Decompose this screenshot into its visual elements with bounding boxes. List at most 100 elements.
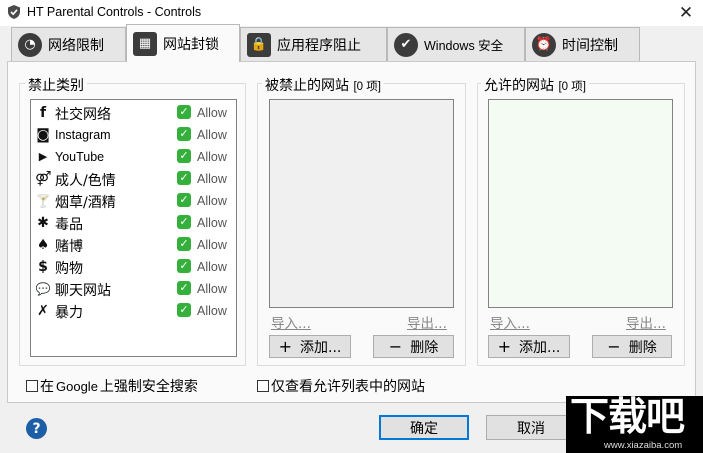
watermark-logo: 下载吧 www.xiazaiba.com [566,396,703,453]
fighter-icon: ✗ [37,303,49,319]
list-item[interactable]: ♠ 赌博 ✓ Allow [31,234,236,256]
check-icon[interactable]: ✓ [177,303,191,317]
safe-search-option[interactable]: 在 Google 上强制安全搜索 [26,376,198,396]
category-list: f 社交网络 ✓ Allow ◙ Instagram ✓ Allow ▶ You… [30,99,237,357]
category-label: 购物 [55,261,83,277]
category-status: Allow [197,216,227,230]
tab-label: Windows 安全 [424,39,504,53]
check-icon[interactable]: ✓ [177,105,191,119]
list-item[interactable]: $ 购物 ✓ Allow [31,256,236,278]
check-icon[interactable]: ✓ [177,171,191,185]
category-label: 赌博 [55,239,83,255]
category-status: Allow [197,260,227,274]
facebook-icon: f [39,105,47,121]
list-item[interactable]: ✱ 毒品 ✓ Allow [31,212,236,234]
delete-label: 删除 [410,339,439,356]
list-item[interactable]: ✗ 暴力 ✓ Allow [31,300,236,322]
tab-label: 网站封锁 [163,36,219,53]
blocked-sites-list[interactable] [269,99,454,308]
cocktail-icon: 🍸 [35,194,51,208]
ok-button[interactable]: 确定 [379,415,469,440]
check-icon[interactable]: ✓ [177,215,191,229]
category-status: Allow [197,194,227,208]
blocked-delete-button[interactable]: − 删除 [373,335,454,358]
watermark-url: www.xiazaiba.com [604,440,683,451]
tab-website-blocking[interactable]: ▦ 网站封锁 [126,24,240,62]
youtube-icon: ▶ [38,150,48,163]
add-label: 添加... [519,339,561,356]
blocked-export-link[interactable]: 导出... [407,312,447,332]
list-item[interactable]: ⚤ 成人/色情 ✓ Allow [31,168,236,190]
category-status: Allow [197,128,227,142]
check-icon[interactable]: ✓ [177,193,191,207]
adult-icon: ⚤ [35,171,52,187]
tab-label: 应用程序阻止 [277,37,361,54]
blocked-sites-title: 被禁止的网站 [0 项] [262,75,384,95]
list-item[interactable]: ▶ YouTube ✓ Allow [31,146,236,168]
gauge-icon: ◔ [18,32,42,57]
category-label: 社交网络 [55,107,111,123]
minus-icon: − [388,337,403,356]
category-label: 暴力 [55,305,83,321]
plus-icon: + [497,337,512,356]
cannabis-leaf-icon: ✱ [37,215,49,231]
close-button[interactable]: ✕ [674,3,698,23]
brick-wall-icon: ▦ [133,31,157,56]
safe-search-checkbox[interactable] [26,380,38,392]
allowed-add-button[interactable]: + 添加... [488,335,570,358]
delete-label: 删除 [628,339,657,356]
window-title: HT Parental Controls - Controls [27,5,202,19]
blocked-import-link[interactable]: 导入... [271,312,311,332]
category-status: Allow [197,172,227,186]
category-label: 成人/色情 [55,173,116,189]
list-item[interactable]: 🍸 烟草/酒精 ✓ Allow [31,190,236,212]
category-status: Allow [197,282,227,296]
tab-windows-security[interactable]: ✔ Windows 安全 [387,27,525,61]
dollar-icon: $ [38,259,48,275]
tab-app-blocking[interactable]: 🔒 应用程序阻止 [240,27,387,61]
category-status: Allow [197,238,227,252]
allowed-delete-button[interactable]: − 删除 [592,335,672,358]
allow-list-only-checkbox[interactable] [257,380,269,392]
tab-time-control[interactable]: ⏰ 时间控制 [525,27,640,61]
safe-search-post: 上强制安全搜索 [99,379,198,395]
category-label: 聊天网站 [55,283,111,299]
shield-check-icon: ✔ [394,32,418,57]
alarm-clock-icon: ⏰ [532,32,556,57]
spade-icon: ♠ [36,237,50,253]
allowed-import-link[interactable]: 导入... [490,312,530,332]
check-icon[interactable]: ✓ [177,237,191,251]
list-item[interactable]: ◙ Instagram ✓ Allow [31,124,236,146]
help-icon[interactable]: ? [26,418,47,439]
minus-icon: − [607,337,621,356]
check-icon[interactable]: ✓ [177,149,191,163]
allowed-sites-title-text: 允许的网站 [484,78,554,94]
app-shield-icon [8,5,20,19]
app-lock-icon: 🔒 [247,32,271,57]
list-item[interactable]: 💬 聊天网站 ✓ Allow [31,278,236,300]
check-icon[interactable]: ✓ [177,127,191,141]
blocked-sites-count: [0 项] [353,81,381,93]
instagram-icon: ◙ [36,127,50,143]
tab-label: 网络限制 [48,37,104,54]
check-icon[interactable]: ✓ [177,259,191,273]
category-status: Allow [197,106,227,120]
safe-search-pre: 在 [40,379,54,395]
list-item[interactable]: f 社交网络 ✓ Allow [31,102,236,124]
category-label: Instagram [55,128,111,142]
plus-icon: + [278,337,293,356]
allow-list-only-option[interactable]: 仅查看允许列表中的网站 [257,376,425,396]
category-label: 毒品 [55,217,83,233]
cancel-button[interactable]: 取消 [486,415,576,440]
add-label: 添加... [300,339,342,356]
allowed-sites-list[interactable] [488,99,673,308]
check-icon[interactable]: ✓ [177,281,191,295]
allow-list-only-label: 仅查看允许列表中的网站 [271,379,425,395]
category-label: YouTube [55,150,105,164]
tab-network-limit[interactable]: ◔ 网络限制 [11,27,126,61]
allowed-export-link[interactable]: 导出... [626,312,666,332]
category-group-title: 禁止类别 [25,75,87,95]
watermark-text: 下载吧 [570,395,685,440]
blocked-sites-title-text: 被禁止的网站 [265,78,349,94]
blocked-add-button[interactable]: + 添加... [269,335,351,358]
